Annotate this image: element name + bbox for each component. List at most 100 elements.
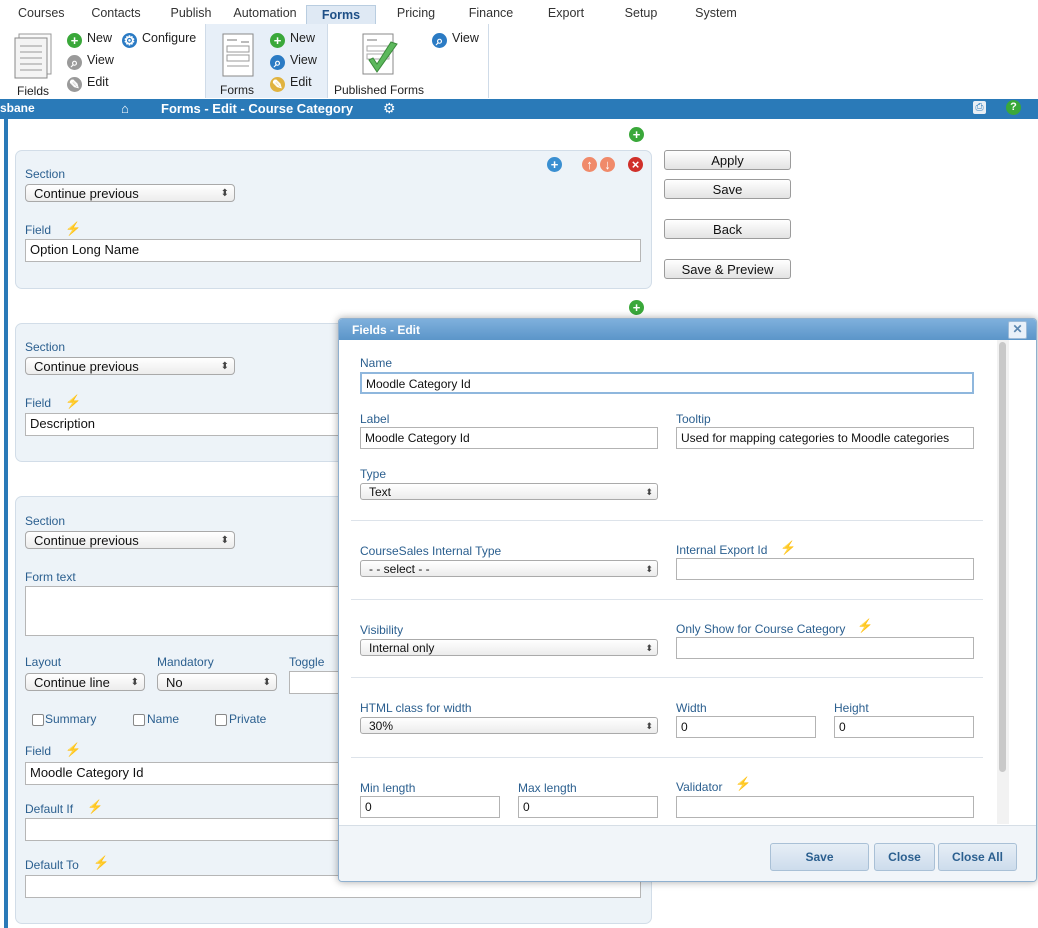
print-icon[interactable]: ⎙ — [973, 101, 986, 114]
tab-setup[interactable]: Setup — [623, 6, 659, 20]
tab-finance[interactable]: Finance — [468, 6, 514, 20]
internal-type-select[interactable]: - - select - - — [360, 560, 658, 577]
lightning-icon[interactable]: ⚡ — [65, 742, 81, 758]
width-label: Width — [676, 701, 707, 715]
lightning-icon[interactable]: ⚡ — [87, 799, 103, 815]
published-forms-big-button[interactable]: Published Forms — [331, 30, 427, 97]
name-checkbox[interactable] — [133, 714, 145, 726]
ribbon-group-forms: Forms + New ⌕ View ✎ Edit — [206, 24, 328, 98]
field-input[interactable]: Option Long Name — [25, 239, 641, 262]
move-up-icon[interactable]: ↑ — [582, 157, 597, 172]
name-input[interactable]: Moodle Category Id — [360, 372, 974, 394]
field-label: Field — [25, 223, 52, 237]
tab-contacts[interactable]: Contacts — [90, 6, 142, 20]
add-field-between-button[interactable]: + — [629, 300, 644, 315]
plus-icon: + — [67, 33, 82, 48]
tab-publish[interactable]: Publish — [169, 6, 213, 20]
form-text-label: Form text — [25, 570, 76, 584]
tab-system[interactable]: System — [695, 6, 737, 20]
section-select[interactable]: Continue previous — [25, 357, 235, 376]
internal-type-label: CourseSales Internal Type — [360, 544, 502, 558]
ribbon-group-published: Published Forms ⌕ View — [328, 24, 489, 98]
scrollbar-thumb[interactable] — [999, 342, 1006, 772]
min-length-input[interactable]: 0 — [360, 796, 500, 818]
fields-edit-button[interactable]: ✎ Edit — [67, 73, 109, 92]
gear-icon: ⚙ — [122, 33, 137, 48]
mandatory-label: Mandatory — [157, 655, 214, 669]
field-label: Field — [25, 744, 52, 758]
fields-new-label: New — [87, 31, 113, 45]
dialog-close-all-button[interactable]: Close All — [938, 843, 1017, 871]
lightning-icon[interactable]: ⚡ — [93, 855, 109, 871]
html-class-select[interactable]: 30% — [360, 717, 658, 734]
magnifier-icon: ⌕ — [432, 33, 447, 48]
home-icon[interactable]: ⌂ — [121, 101, 129, 116]
type-select[interactable]: Text — [360, 483, 658, 500]
summary-checkbox[interactable] — [32, 714, 44, 726]
save-preview-button[interactable]: Save & Preview — [664, 259, 791, 279]
validator-input[interactable] — [676, 796, 974, 818]
dialog-close-button[interactable]: Close — [874, 843, 935, 871]
divider — [351, 677, 983, 678]
tab-pricing[interactable]: Pricing — [396, 6, 436, 20]
height-input[interactable]: 0 — [834, 716, 974, 738]
summary-label: Summary — [45, 712, 97, 726]
tab-automation[interactable]: Automation — [233, 6, 297, 20]
forms-new-button[interactable]: + New — [270, 29, 315, 48]
lightning-icon[interactable]: ⚡ — [65, 221, 81, 237]
forms-big-button[interactable]: Forms — [214, 30, 260, 97]
only-show-input[interactable] — [676, 637, 974, 659]
fields-new-button[interactable]: + New — [67, 29, 113, 48]
dialog-save-button[interactable]: Save — [770, 843, 869, 871]
tooltip-input[interactable]: Used for mapping categories to Moodle ca… — [676, 427, 974, 449]
export-id-label: Internal Export Id — [676, 543, 768, 557]
width-input[interactable]: 0 — [676, 716, 816, 738]
forms-view-button[interactable]: ⌕ View — [270, 51, 317, 70]
section-select[interactable]: Continue previous — [25, 184, 235, 203]
add-circle-icon[interactable]: + — [547, 157, 562, 172]
mandatory-select[interactable]: No — [157, 673, 277, 692]
lightning-icon[interactable]: ⚡ — [857, 618, 873, 634]
max-length-input[interactable]: 0 — [518, 796, 658, 818]
divider — [351, 757, 983, 758]
help-icon[interactable]: ? — [1006, 100, 1021, 115]
ribbon-group-fields: Fields + New ⚙ Configure ⌕ View ✎ Edit — [0, 24, 206, 98]
lightning-icon[interactable]: ⚡ — [65, 394, 81, 410]
fields-edit-label: Edit — [87, 75, 109, 89]
tooltip-label: Tooltip — [676, 412, 711, 426]
tab-forms[interactable]: Forms — [306, 5, 376, 25]
tab-export[interactable]: Export — [547, 6, 585, 20]
add-field-above-button[interactable]: + — [629, 127, 644, 142]
fields-big-button[interactable]: Fields — [8, 30, 58, 98]
private-checkbox[interactable] — [215, 714, 227, 726]
layout-label: Layout — [25, 655, 62, 669]
fields-configure-button[interactable]: ⚙ Configure — [122, 29, 196, 48]
fields-view-button[interactable]: ⌕ View — [67, 51, 114, 70]
magnifier-icon: ⌕ — [270, 55, 285, 70]
published-view-button[interactable]: ⌕ View — [432, 29, 479, 48]
fields-view-label: View — [87, 53, 114, 67]
tab-courses[interactable]: Courses — [18, 6, 65, 20]
delete-icon[interactable]: × — [628, 157, 643, 172]
lightning-icon[interactable]: ⚡ — [735, 776, 751, 792]
max-length-label: Max length — [518, 781, 577, 795]
close-icon[interactable]: ✕ — [1008, 321, 1027, 339]
section-select[interactable]: Continue previous — [25, 531, 235, 550]
published-forms-label: Published Forms — [333, 83, 425, 97]
export-id-input[interactable] — [676, 558, 974, 580]
save-button[interactable]: Save — [664, 179, 791, 199]
move-down-icon[interactable]: ↓ — [600, 157, 615, 172]
forms-edit-button[interactable]: ✎ Edit — [270, 73, 312, 92]
back-button[interactable]: Back — [664, 219, 791, 239]
layout-select[interactable]: Continue line — [25, 673, 145, 692]
apply-button[interactable]: Apply — [664, 150, 791, 170]
dialog-footer: Save Close Close All — [339, 825, 1036, 881]
dialog-scrollbar[interactable] — [997, 340, 1009, 824]
fields-edit-dialog: Fields - Edit ✕ Name Moodle Category Id … — [338, 318, 1037, 882]
lightning-icon[interactable]: ⚡ — [780, 540, 796, 556]
label-input[interactable]: Moodle Category Id — [360, 427, 658, 449]
page-title: Forms - Edit - Course Category — [161, 101, 354, 116]
gear-icon[interactable]: ⚙ — [383, 100, 396, 117]
visibility-select[interactable]: Internal only — [360, 639, 658, 656]
private-label: Private — [229, 712, 267, 726]
